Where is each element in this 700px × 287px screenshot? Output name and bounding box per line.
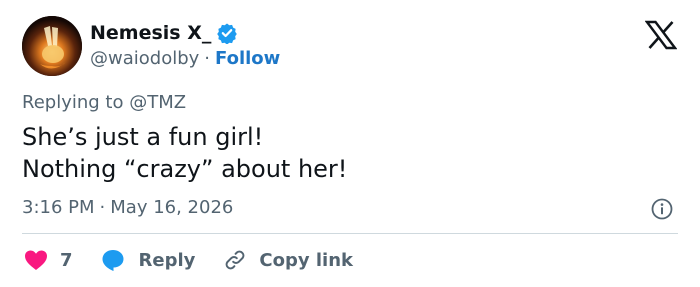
tweet-line: Nothing “crazy” about her! [22, 155, 348, 183]
x-logo-icon[interactable] [644, 20, 678, 50]
separator-dot: · [99, 197, 106, 218]
separator-dot: · [204, 48, 211, 69]
divider [22, 233, 678, 234]
info-icon[interactable] [651, 198, 673, 220]
handle-row: @waiodolby · Follow [90, 48, 280, 69]
avatar[interactable] [22, 16, 82, 76]
peace-sign-hand-fire-icon [22, 16, 82, 76]
reply-label: Reply [138, 249, 196, 271]
reply-bubble-icon [102, 250, 124, 271]
like-button[interactable]: 7 [24, 249, 73, 271]
tweet-date: May 16, 2026 [110, 197, 234, 218]
author-handle[interactable]: @waiodolby [90, 48, 199, 69]
tweet-time: 3:16 PM [22, 197, 95, 218]
copy-link-label: Copy link [259, 249, 353, 271]
author-name[interactable]: Nemesis X_ [90, 22, 211, 44]
verified-badge-icon [216, 22, 238, 45]
heart-icon [25, 250, 47, 270]
tweet-line: She’s just a fun girl! [22, 123, 264, 151]
reply-button[interactable]: Reply [101, 248, 196, 272]
tweet-card: Nemesis X_ @waiodolby · Follow Replying to… [0, 0, 700, 287]
action-bar: 7 Reply Copy link [24, 246, 381, 274]
link-icon [226, 250, 245, 270]
tweet-text: She’s just a fun girl! Nothing “crazy” a… [22, 121, 347, 185]
tweet-timestamp[interactable]: 3:16 PM · May 16, 2026 [22, 197, 233, 218]
like-count: 7 [60, 249, 73, 271]
author-name-row: Nemesis X_ [90, 20, 238, 46]
follow-button[interactable]: Follow [215, 48, 280, 69]
replying-to-label[interactable]: Replying to @TMZ [22, 92, 186, 113]
copy-link-button[interactable]: Copy link [223, 248, 353, 272]
